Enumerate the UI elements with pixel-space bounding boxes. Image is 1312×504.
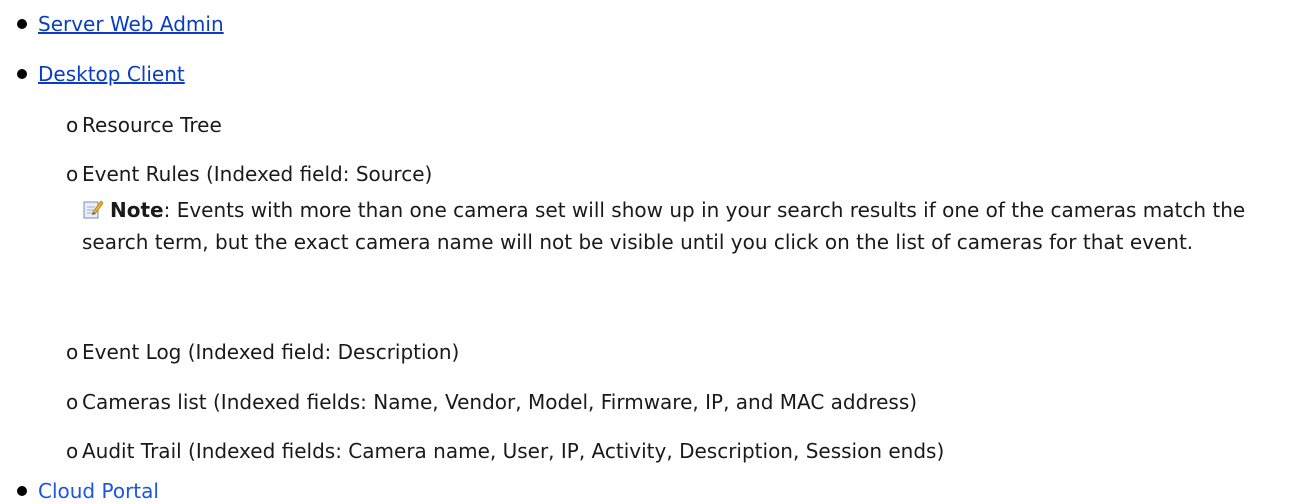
cloud-portal-link[interactable]: Cloud Portal [38, 478, 159, 504]
note-block: Note: Events with more than one camera s… [82, 194, 1297, 258]
bullet-icon [17, 486, 27, 496]
hollow-bullet-icon: o [66, 390, 79, 414]
hollow-bullet-icon: o [66, 113, 79, 137]
hollow-bullet-icon: o [66, 162, 79, 186]
list-item-text: Audit Trail (Indexed fields: Camera name… [82, 439, 945, 463]
list-item-text: Resource Tree [82, 113, 222, 137]
note-pencil-icon [82, 197, 104, 219]
note-label: Note [110, 198, 164, 222]
hollow-bullet-icon: o [66, 439, 79, 463]
list-item-text: Event Log (Indexed field: Description) [82, 340, 460, 364]
note-text: : Events with more than one camera set w… [82, 198, 1246, 254]
hollow-bullet-icon: o [66, 340, 79, 364]
list-item-text: Event Rules (Indexed field: Source) [82, 162, 433, 186]
document: Server Web Admin Desktop Client o Resour… [0, 0, 1312, 503]
list-item-text: Cameras list (Indexed fields: Name, Vend… [82, 390, 918, 414]
server-web-admin-link[interactable]: Server Web Admin [38, 11, 224, 37]
desktop-client-link[interactable]: Desktop Client [38, 61, 185, 87]
bullet-icon [17, 19, 27, 29]
bullet-icon [17, 69, 27, 79]
